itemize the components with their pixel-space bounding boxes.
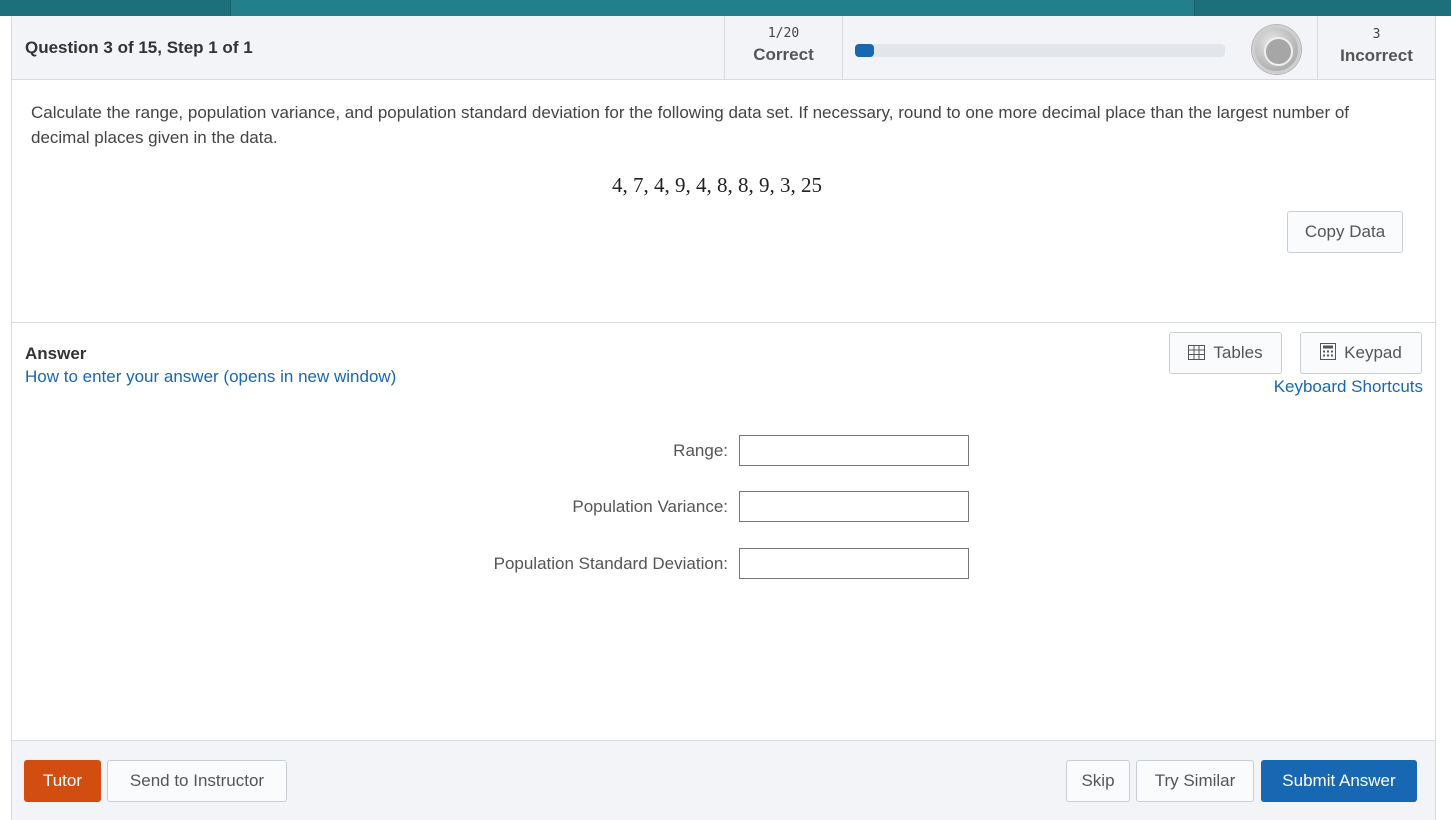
incorrect-score: 3 Incorrect (1317, 16, 1435, 79)
table-icon (1188, 345, 1206, 360)
question-header: Question 3 of 15, Step 1 of 1 1/20 Corre… (12, 16, 1435, 80)
data-set: 4, 7, 4, 9, 4, 8, 8, 9, 3, 25 (612, 173, 822, 197)
correct-score: 1/20 Correct (724, 16, 843, 79)
range-label: Range: (673, 441, 728, 460)
population-variance-row: Population Variance: (12, 491, 1435, 523)
skip-button[interactable]: Skip (1066, 760, 1130, 802)
population-variance-label: Population Variance: (572, 497, 728, 516)
answer-heading: Answer (25, 344, 87, 363)
keypad-button[interactable]: Keypad (1300, 332, 1422, 374)
action-footer: Tutor Send to Instructor Skip Try Simila… (12, 740, 1435, 820)
top-bar-right-segment (1194, 0, 1451, 16)
population-std-dev-input[interactable] (739, 548, 969, 579)
range-row: Range: (12, 435, 1435, 467)
population-std-dev-row: Population Standard Deviation: (12, 548, 1435, 580)
incorrect-count: 3 (1372, 27, 1381, 42)
population-variance-input[interactable] (739, 491, 969, 522)
tutor-button[interactable]: Tutor (24, 760, 101, 802)
range-input[interactable] (739, 435, 969, 466)
incorrect-label: Incorrect (1340, 46, 1413, 65)
correct-count: 1/20 (767, 26, 800, 41)
question-step-label: Question 3 of 15, Step 1 of 1 (25, 38, 253, 57)
tables-button[interactable]: Tables (1169, 332, 1282, 374)
progress-bar (855, 44, 1225, 57)
medal-icon (1252, 25, 1301, 74)
population-std-dev-label: Population Standard Deviation: (493, 554, 728, 573)
top-bar (0, 0, 1451, 16)
copy-data-button[interactable]: Copy Data (1287, 211, 1403, 253)
correct-label: Correct (753, 45, 814, 64)
how-to-enter-answer-link[interactable]: How to enter your answer (opens in new w… (25, 367, 396, 387)
question-prompt: Calculate the range, population variance… (31, 103, 1350, 147)
send-to-instructor-button[interactable]: Send to Instructor (107, 760, 287, 802)
try-similar-button[interactable]: Try Similar (1136, 760, 1254, 802)
top-bar-left-segment (0, 0, 231, 16)
submit-answer-button[interactable]: Submit Answer (1261, 760, 1417, 802)
question-frame: Question 3 of 15, Step 1 of 1 1/20 Corre… (11, 16, 1436, 820)
question-body: Calculate the range, population variance… (12, 80, 1435, 323)
answer-section: Answer How to enter your answer (opens i… (12, 323, 1435, 740)
keypad-button-label: Keypad (1344, 343, 1402, 362)
tables-button-label: Tables (1213, 343, 1263, 362)
calculator-icon (1320, 343, 1337, 360)
progress-bar-fill (855, 44, 874, 57)
keyboard-shortcuts-link[interactable]: Keyboard Shortcuts (1274, 377, 1423, 397)
